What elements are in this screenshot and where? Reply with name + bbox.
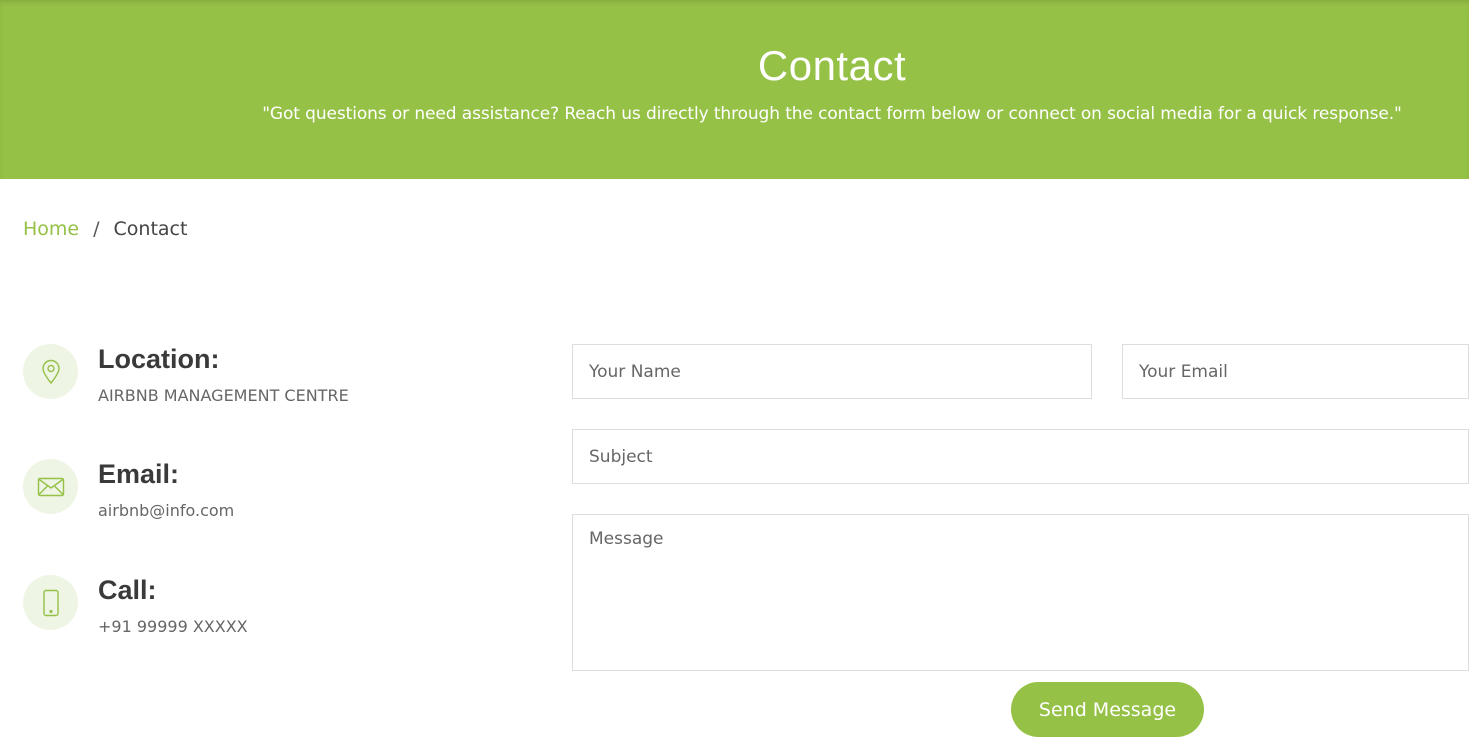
location-value: AIRBNB MANAGEMENT CENTRE [98, 386, 349, 405]
map-pin-icon [23, 344, 78, 399]
send-message-button[interactable]: Send Message [1011, 682, 1204, 737]
breadcrumb-separator: / [93, 218, 100, 240]
email-info: Email: airbnb@info.com [23, 459, 443, 529]
call-info: Call: +91 99999 XXXXX [23, 575, 443, 645]
breadcrumb-current: Contact [113, 218, 188, 240]
call-value: +91 99999 XXXXX [98, 617, 248, 636]
subject-input[interactable] [572, 429, 1469, 484]
location-info: Location: AIRBNB MANAGEMENT CENTRE [23, 344, 443, 414]
email-value: airbnb@info.com [98, 501, 235, 520]
email-input[interactable] [1122, 344, 1469, 399]
breadcrumb-home-link[interactable]: Home [23, 218, 79, 240]
location-title: Location: [98, 344, 220, 374]
envelope-icon [23, 459, 78, 514]
breadcrumb: Home / Contact [23, 218, 187, 240]
phone-icon [23, 575, 78, 630]
page-hero: Contact "Got questions or need assistanc… [0, 0, 1469, 179]
email-title: Email: [98, 459, 180, 489]
page-subtitle: "Got questions or need assistance? Reach… [262, 104, 1402, 124]
page-title: Contact [757, 42, 907, 89]
call-title: Call: [98, 575, 157, 605]
message-textarea[interactable] [572, 514, 1469, 671]
name-input[interactable] [572, 344, 1092, 399]
